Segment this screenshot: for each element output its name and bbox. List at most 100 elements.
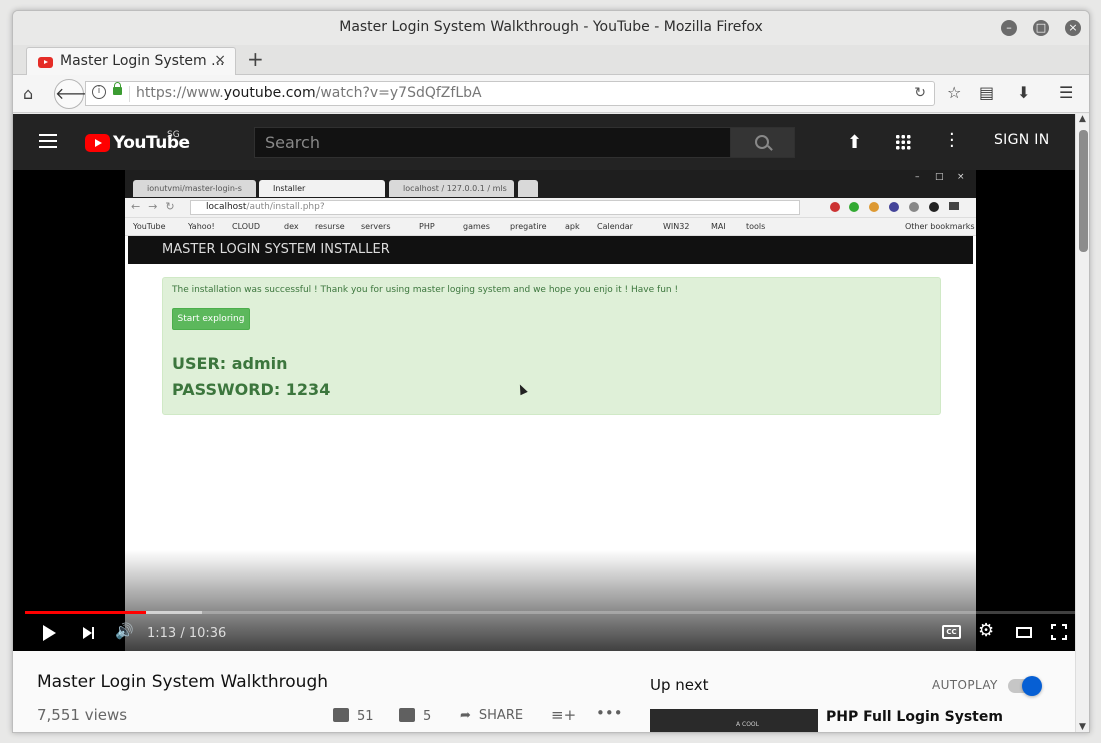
guide-menu-icon[interactable] <box>39 134 57 148</box>
page-scrollbar[interactable]: ▲ ▼ <box>1075 114 1089 732</box>
captured-tab: ionutvmi/master-login-s <box>133 180 256 197</box>
installer-header: MASTER LOGIN SYSTEM INSTALLER <box>128 236 973 264</box>
minimize-icon[interactable]: – <box>1001 20 1017 36</box>
like-button[interactable]: 51 <box>333 708 374 724</box>
like-count: 51 <box>357 709 374 724</box>
bookmark-item: dex <box>284 222 299 231</box>
next-video-thumbnail[interactable]: A COOL <box>650 709 818 732</box>
nav-bar: ⌂ 🡐 i https://www.youtube.com/watch?v=y7… <box>13 75 1089 113</box>
menu-icon[interactable]: ☰ <box>1059 83 1073 102</box>
captured-menu-icon <box>949 202 959 210</box>
scrollbar-thumb[interactable] <box>1079 130 1088 252</box>
captured-minimize-icon: – <box>915 172 920 182</box>
start-exploring-button: Start exploring <box>172 308 250 330</box>
url-domain: youtube.com <box>223 85 316 101</box>
next-video-title[interactable]: PHP Full Login System <box>826 709 1003 725</box>
search-input[interactable]: Search <box>254 127 731 158</box>
up-next-heading: Up next <box>650 676 709 694</box>
share-button[interactable]: ➦ SHARE <box>460 708 523 723</box>
new-tab-icon[interactable]: + <box>247 47 264 71</box>
captured-ext-icon <box>889 202 899 212</box>
user-credential: USER: admin <box>172 354 288 373</box>
more-vert-icon[interactable]: · · · <box>949 126 955 156</box>
sign-in-button[interactable]: SIGN IN <box>994 132 1050 148</box>
captured-tab: localhost / 127.0.0.1 / mls <box>389 180 514 197</box>
share-label: SHARE <box>478 708 524 723</box>
autoplay-toggle[interactable] <box>1008 676 1042 696</box>
bookmark-item: Calendar <box>597 222 633 231</box>
other-bookmarks: Other bookmarks <box>905 222 975 231</box>
captured-new-tab <box>518 180 538 197</box>
tab-close-icon[interactable]: × <box>214 52 226 68</box>
bookmark-item: CLOUD <box>232 222 261 231</box>
back-button[interactable]: 🡐 <box>54 79 98 109</box>
bookmark-item: WIN32 <box>663 222 690 231</box>
success-alert: The installation was successful ! Thank … <box>162 277 941 415</box>
view-count: 7,551 views <box>37 706 128 724</box>
captured-nav-icons: ←→↻ <box>131 200 183 213</box>
tab-label: Master Login System ... <box>60 53 225 69</box>
bookmark-item: apk <box>565 222 580 231</box>
search-button[interactable] <box>730 127 795 158</box>
dislike-button[interactable]: 5 <box>399 708 431 724</box>
reading-list-icon[interactable]: ▤ <box>979 83 994 102</box>
captured-bookmarks-bar: YouTube Yahoo! CLOUD dex resurse servers… <box>125 218 976 236</box>
reload-icon[interactable]: ↻ <box>914 85 926 101</box>
progress-bar[interactable] <box>25 611 1075 614</box>
thumbnail-text: A COOL <box>736 721 759 728</box>
bookmark-star-icon[interactable]: ☆ <box>947 83 961 102</box>
bookmark-item: servers <box>361 222 391 231</box>
scroll-up-icon[interactable]: ▲ <box>1079 114 1086 124</box>
captured-maximize-icon: □ <box>935 172 944 182</box>
add-to-playlist-icon[interactable]: ≡+ <box>551 706 576 724</box>
captured-close-icon: × <box>957 172 965 182</box>
settings-icon[interactable]: ⚙ <box>978 620 994 641</box>
region-code: SG <box>167 130 180 140</box>
info-icon[interactable]: i <box>92 85 106 99</box>
title-bar: Master Login System Walkthrough - YouTub… <box>13 11 1089 45</box>
url-text[interactable]: https://www.youtube.com/watch?v=y7SdQfZf… <box>136 85 482 101</box>
captured-address-bar: ←→↻ localhost/auth/install.php? <box>125 198 976 218</box>
close-icon[interactable]: × <box>1065 20 1081 36</box>
url-bar[interactable]: i https://www.youtube.com/watch?v=y7SdQf… <box>85 81 935 106</box>
url-path: /watch?v=y7SdQfZfLbA <box>315 85 482 101</box>
subtitles-icon[interactable]: CC <box>942 625 961 639</box>
home-icon[interactable]: ⌂ <box>23 84 33 103</box>
video-title: Master Login System Walkthrough <box>37 672 329 692</box>
captured-ext-icon <box>830 202 840 212</box>
next-icon[interactable] <box>83 627 94 639</box>
toggle-knob <box>1022 676 1042 696</box>
window-title: Master Login System Walkthrough - YouTub… <box>339 19 763 35</box>
volume-icon[interactable]: 🔊 <box>115 622 134 640</box>
maximize-icon[interactable]: □ <box>1033 20 1049 36</box>
played-bar <box>25 611 146 614</box>
captured-url: localhost/auth/install.php? <box>190 200 800 215</box>
bookmark-item: MAI <box>711 222 726 231</box>
bookmark-item: tools <box>746 222 766 231</box>
fullscreen-icon[interactable] <box>1051 624 1067 640</box>
thumb-down-icon <box>399 708 415 722</box>
bookmark-item: Yahoo! <box>188 222 215 231</box>
bookmark-item: games <box>463 222 490 231</box>
captured-ext-icon <box>929 202 939 212</box>
firefox-window: Master Login System Walkthrough - YouTub… <box>12 10 1090 733</box>
bookmark-item: pregatire <box>510 222 547 231</box>
youtube-header: YouTube SG Search ⬆ · · · SIGN IN <box>13 114 1075 170</box>
bookmark-item: PHP <box>419 222 435 231</box>
apps-icon[interactable] <box>895 134 911 150</box>
watch-info: Master Login System Walkthrough 7,551 vi… <box>13 651 1075 732</box>
url-prefix: https://www. <box>136 85 224 101</box>
download-icon[interactable]: ⬇ <box>1017 83 1030 102</box>
lock-icon <box>113 82 122 95</box>
video-player[interactable]: ionutvmi/master-login-s Installer localh… <box>13 170 1075 651</box>
scroll-down-icon[interactable]: ▼ <box>1079 722 1086 732</box>
captured-url-path: /auth/install.php? <box>246 202 325 212</box>
more-actions-icon[interactable]: ••• <box>596 704 623 722</box>
play-icon[interactable] <box>43 625 56 641</box>
captured-ext-icon <box>869 202 879 212</box>
url-separator <box>129 86 130 102</box>
browser-tab[interactable]: Master Login System ... × <box>26 47 236 76</box>
dislike-count: 5 <box>423 709 432 724</box>
upload-icon[interactable]: ⬆ <box>847 132 862 153</box>
theater-mode-icon[interactable] <box>1016 627 1032 638</box>
